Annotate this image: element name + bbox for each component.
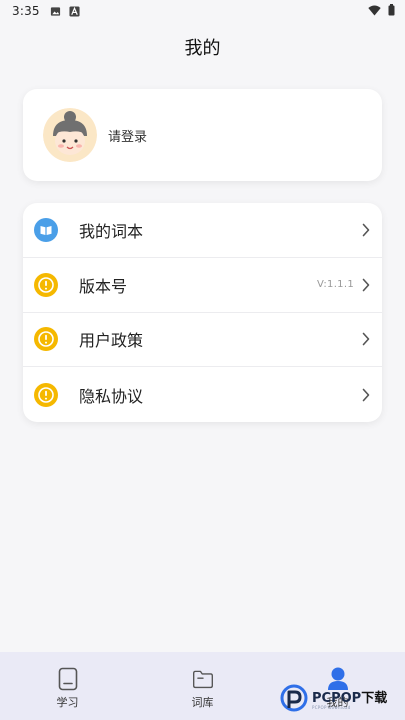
login-prompt[interactable]: 请登录	[108, 126, 147, 145]
status-bar: 3:35	[0, 0, 405, 22]
watermark-suffix: 下载	[361, 690, 388, 706]
chevron-right-icon	[362, 223, 370, 237]
image-icon	[50, 6, 60, 16]
pcpop-logo-icon	[280, 684, 308, 712]
tab-label: 词库	[191, 696, 214, 709]
tab-label: 学习	[56, 696, 79, 709]
profile-card[interactable]: 请登录	[23, 89, 382, 181]
study-icon	[58, 667, 77, 691]
chevron-right-icon	[362, 278, 370, 291]
version-number: V:1.1.1	[317, 279, 354, 291]
menu-item-label: 用户政策	[79, 331, 144, 351]
battery-icon	[388, 4, 395, 16]
info-circle-icon	[34, 382, 58, 407]
info-circle-icon	[34, 272, 58, 297]
tab-wordbank[interactable]: 词库	[135, 652, 270, 720]
menu-item-label: 隐私协议	[79, 386, 144, 406]
watermark-brand: PCPOP	[312, 690, 362, 706]
watermark: PCPOP下载 PCPOP Download	[280, 683, 405, 713]
chevron-right-icon	[362, 333, 370, 346]
chevron-right-icon	[362, 388, 370, 401]
book-icon	[34, 217, 58, 242]
folder-icon	[192, 670, 213, 689]
info-circle-icon	[34, 327, 58, 352]
menu-item-label: 我的词本	[79, 221, 144, 241]
page-title: 我的	[184, 38, 221, 59]
status-time: 3:35	[12, 4, 40, 18]
settings-menu: 我的词本 版本号 V:1.1.1 用户政策 隐私协议	[23, 203, 382, 422]
watermark-tagline: PCPOP Download	[312, 705, 351, 710]
tab-study[interactable]: 学习	[0, 652, 135, 720]
menu-item-label: 版本号	[79, 276, 128, 296]
menu-item-my-wordbook[interactable]: 我的词本	[23, 203, 382, 258]
menu-item-version[interactable]: 版本号 V:1.1.1	[23, 258, 382, 313]
menu-item-user-policy[interactable]: 用户政策	[23, 313, 382, 368]
a-letter-icon	[69, 5, 80, 17]
wifi-icon	[368, 5, 381, 15]
avatar-icon	[43, 108, 97, 162]
menu-item-privacy-agreement[interactable]: 隐私协议	[23, 367, 382, 422]
